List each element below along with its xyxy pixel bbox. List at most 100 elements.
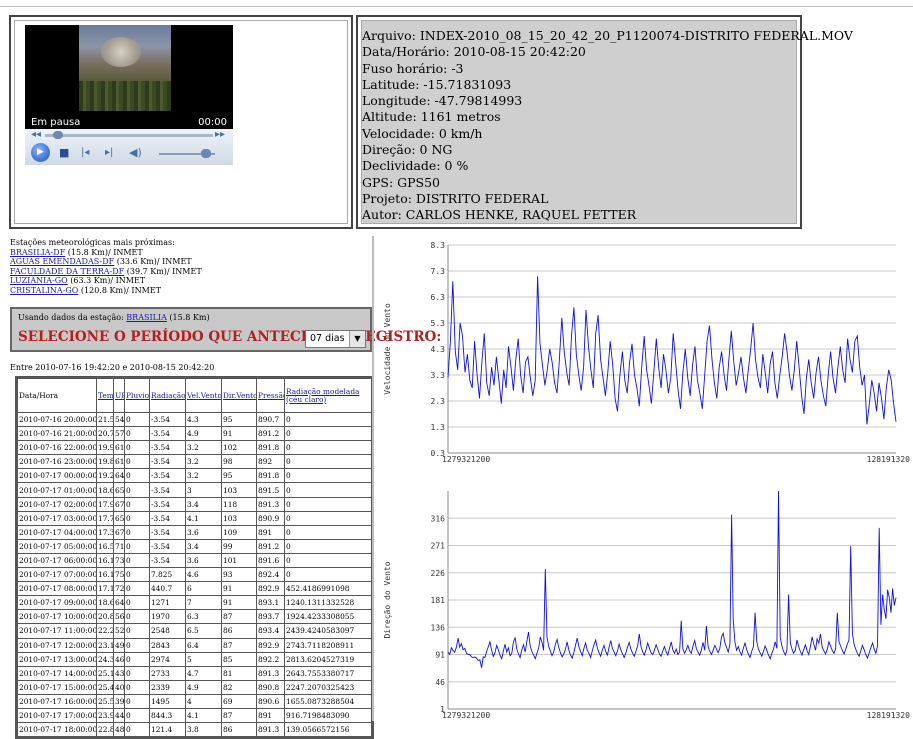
- table-cell: 44: [113, 707, 125, 724]
- table-cell: 2813.6204527319: [284, 651, 372, 667]
- table-cell: 2010-07-17 08:00:00: [17, 581, 97, 597]
- table-cell: 23.1: [96, 637, 114, 653]
- table-cell: 891.5: [256, 482, 285, 498]
- using-station-link[interactable]: BRASILIA: [126, 313, 167, 322]
- table-cell: 891: [256, 707, 285, 724]
- table-cell: 98: [221, 454, 257, 470]
- y-tick-label: 46: [435, 678, 445, 687]
- table-header-cell[interactable]: Radiação: [149, 378, 186, 413]
- fast-forward-icon[interactable]: ▸▸: [215, 129, 225, 140]
- table-cell: 22.8: [96, 722, 114, 738]
- player-controls: ◂◂ ▸▸ ▶ ■ |◂ ▸| ◀): [25, 129, 233, 165]
- table-cell: 21.5: [96, 411, 114, 428]
- station-link[interactable]: FACULDADE DA TERRA-DF: [10, 267, 124, 276]
- table-header-cell[interactable]: Vel.Vento: [185, 378, 222, 413]
- video-player-inner: Em pausa 00:00 ◂◂ ▸▸ ▶ ■ |◂ ▸| ◀): [14, 20, 348, 224]
- table-cell: 103: [221, 510, 257, 526]
- x-tick-label: 1279321200: [442, 711, 490, 720]
- video-thumbnail[interactable]: [79, 25, 171, 111]
- table-cell: 17.1: [96, 581, 114, 597]
- stop-icon[interactable]: ■: [59, 146, 69, 159]
- table-cell: 440.7: [149, 581, 186, 597]
- table-header-cell[interactable]: Pressão: [256, 378, 285, 413]
- sort-link[interactable]: UR: [115, 391, 124, 400]
- table-cell: 0: [124, 468, 150, 484]
- table-cell: 2974: [149, 651, 186, 667]
- play-button[interactable]: ▶: [31, 143, 50, 162]
- table-cell: 139.0566572156: [284, 722, 372, 738]
- table-cell: 17.9: [96, 496, 114, 512]
- volume-handle[interactable]: [201, 149, 211, 158]
- media-player[interactable]: Em pausa 00:00 ◂◂ ▸▸ ▶ ■ |◂ ▸| ◀): [25, 25, 233, 165]
- table-cell: 0: [124, 623, 150, 639]
- table-cell: 893.1: [256, 595, 285, 611]
- table-cell: 2010-07-17 18:00:00: [17, 722, 97, 738]
- info-altitude: Altitude: 1161 metros: [362, 109, 501, 125]
- y-tick-label: 226: [431, 569, 446, 578]
- sort-link[interactable]: Dir.Vento: [223, 391, 256, 400]
- table-cell: 95: [221, 411, 257, 428]
- player-time: 00:00: [198, 117, 227, 128]
- table-cell: 0: [124, 609, 150, 625]
- table-cell: 892: [256, 454, 285, 470]
- table-cell: 891.8: [256, 468, 285, 484]
- table-cell: 890.9: [256, 510, 285, 526]
- table-cell: 57: [113, 426, 125, 442]
- table-cell: 52: [113, 623, 125, 639]
- station-link[interactable]: AGUAS EMENDADAS-DF: [10, 257, 114, 266]
- table-cell: 891.2: [256, 426, 285, 442]
- station-link[interactable]: BRASILIA-DF: [10, 248, 65, 257]
- sort-link[interactable]: Pressão: [258, 391, 284, 400]
- table-header-cell[interactable]: Temp: [96, 378, 114, 413]
- table-header-cell[interactable]: Radiação modelada (céu claro): [284, 378, 372, 413]
- station-link[interactable]: CRISTALINA-GO: [10, 286, 78, 295]
- table-cell: 2010-07-17 03:00:00: [17, 510, 97, 526]
- table-header-cell[interactable]: UR: [113, 378, 125, 413]
- table-header-cell[interactable]: Pluvio: [124, 378, 150, 413]
- table-cell: 61: [113, 440, 125, 456]
- next-icon[interactable]: ▸|: [105, 147, 113, 158]
- table-cell: 0: [124, 665, 150, 681]
- table-cell: 4.9: [185, 679, 222, 695]
- table-cell: 103: [221, 482, 257, 498]
- sort-link[interactable]: Temp: [98, 391, 113, 400]
- table-cell: 0: [124, 524, 150, 540]
- date-range-text: Entre 2010-07-16 19:42:20 e 2010-08-15 2…: [10, 363, 215, 372]
- table-cell: 19.8: [96, 454, 114, 470]
- table-header-cell[interactable]: Dir.Vento: [221, 378, 257, 413]
- table-row: 2010-07-17 01:00:00 18.6 65 0 -3.54 3 103 891.5…: [17, 482, 372, 498]
- table-row: 2010-07-17 04:00:00 17.3 67 0 -3.54 3.6 109 891…: [17, 524, 372, 540]
- table-cell: 3.2: [185, 468, 222, 484]
- sort-link[interactable]: Pluvio: [126, 391, 149, 400]
- table-cell: 2010-07-17 17:00:00: [17, 707, 97, 724]
- table-row: 2010-07-17 07:00:00 16.1 75 0 7.825 4.6 93 892.…: [17, 567, 372, 583]
- y-tick-label: 181: [431, 596, 446, 605]
- volume-icon[interactable]: ◀): [129, 146, 142, 159]
- x-tick-label: 128191320: [867, 455, 911, 464]
- seek-bar[interactable]: [45, 134, 213, 137]
- table-cell: 0: [124, 581, 150, 597]
- table-cell: 891.6: [256, 552, 285, 569]
- rewind-icon[interactable]: ◂◂: [31, 129, 41, 140]
- table-cell: 2010-07-17 02:00:00: [17, 496, 97, 512]
- table-cell: 102: [221, 440, 257, 456]
- sort-link[interactable]: Radiação modelada (céu claro): [286, 387, 370, 404]
- table-cell: 1495: [149, 693, 186, 709]
- table-cell: 87: [221, 609, 257, 625]
- y-tick-label: 271: [431, 542, 446, 551]
- station-link[interactable]: LUZIÂNIA-GO: [10, 276, 68, 285]
- using-station-text: Usando dados da estação: BRASILIA (15.8 …: [18, 313, 210, 322]
- sort-link[interactable]: Radiação: [151, 391, 185, 400]
- sort-link[interactable]: Vel.Vento: [187, 391, 221, 400]
- previous-icon[interactable]: |◂: [81, 147, 89, 158]
- table-cell: 91: [221, 426, 257, 442]
- table-cell: 891.8: [256, 440, 285, 456]
- table-cell: 24.3: [96, 651, 114, 667]
- wind-speed-chart-svg: 0.31.32.33.34.35.36.37.38.31279321200 128…: [383, 241, 911, 464]
- table-row: 2010-07-17 03:00:00 17.7 65 0 -3.54 4.1 103 890…: [17, 510, 372, 526]
- table-cell: 0: [284, 538, 372, 554]
- period-select[interactable]: 07 dias ▼: [305, 330, 366, 348]
- dropdown-arrow-icon[interactable]: ▼: [349, 331, 365, 347]
- table-cell: 892.9: [256, 581, 285, 597]
- seek-handle[interactable]: [53, 131, 63, 139]
